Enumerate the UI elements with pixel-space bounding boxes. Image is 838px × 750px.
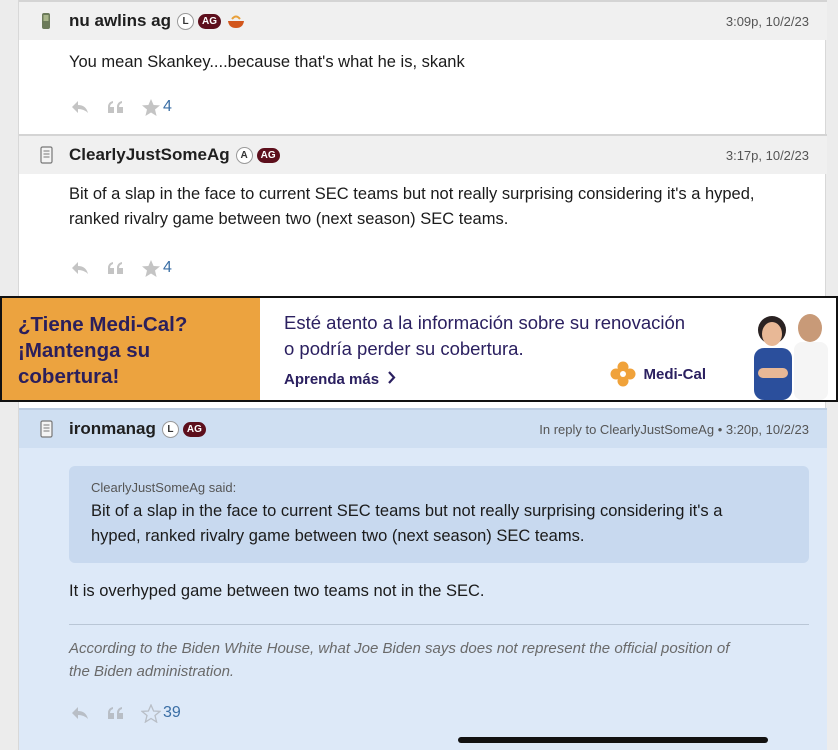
user-level-badge: L [161, 420, 179, 438]
star-icon [142, 98, 160, 116]
ag-badge: AG [256, 147, 280, 163]
post: nu awlins ag L AG 3:09p, 10/2/23 You mea… [19, 0, 827, 117]
reply-icon[interactable] [69, 258, 91, 278]
ad-headline-line: cobertura! [18, 365, 120, 388]
post-timestamp[interactable]: 3:17p, 10/2/23 [726, 148, 809, 163]
quote-icon[interactable] [105, 258, 127, 278]
quote-line: hyped, ranked rivalry game between two (… [91, 527, 585, 545]
username[interactable]: ClearlyJustSomeAg [69, 145, 230, 165]
star-count: 4 [163, 98, 172, 115]
post-actions: 4 [19, 258, 827, 278]
post-body-line: Bit of a slap in the face to current SEC… [69, 185, 755, 203]
ag-badge: AG [182, 421, 206, 437]
quote-author[interactable]: ClearlyJustSomeAg said: [91, 480, 787, 495]
star-count: 39 [163, 704, 181, 721]
post-body: It is overhyped game between two teams n… [69, 582, 485, 600]
signature: According to the Biden White House, what… [19, 625, 827, 683]
ag-badge: AG [198, 13, 222, 29]
star-icon [141, 703, 161, 723]
ad-brand: Medi-Cal [609, 360, 706, 388]
quote-text: Bit of a slap in the face to current SEC… [91, 499, 787, 549]
quote-icon[interactable] [105, 97, 127, 117]
post-actions: 4 [19, 97, 827, 117]
username[interactable]: ironmanag [69, 419, 156, 439]
ad-content: Esté atento a la información sobre su re… [260, 298, 836, 400]
post-body-line: ranked rivalry game between two (next se… [69, 210, 509, 228]
post: ClearlyJustSomeAg A AG 3:17p, 10/2/23 Bi… [19, 134, 827, 278]
post-header: nu awlins ag L AG 3:09p, 10/2/23 [19, 0, 827, 40]
post-header: ironmanag L AG In reply to ClearlyJustSo… [19, 408, 827, 448]
post-header: ClearlyJustSomeAg A AG 3:17p, 10/2/23 [19, 134, 827, 174]
quote-line: Bit of a slap in the face to current SEC… [91, 502, 723, 520]
user-level-badge: A [235, 146, 253, 164]
ad-banner[interactable]: ¿Tiene Medi-Cal? ¡Mantenga su cobertura!… [0, 296, 838, 402]
ad-brand-name: Medi-Cal [643, 365, 706, 383]
reply-post: ironmanag L AG In reply to ClearlyJustSo… [19, 408, 827, 750]
phone-icon [39, 12, 53, 30]
star-count: 4 [163, 259, 172, 276]
star-rating[interactable]: 39 [141, 703, 181, 723]
post-actions: 39 [19, 703, 827, 723]
star-rating[interactable]: 4 [141, 259, 172, 278]
username[interactable]: nu awlins ag [69, 11, 171, 31]
user-level-badge: L [177, 12, 195, 30]
ad-headline-line: ¡Mantenga su [18, 339, 151, 362]
signature-line: According to the Biden White House, what… [69, 640, 730, 657]
tablet-icon [39, 420, 53, 438]
reply-icon[interactable] [69, 97, 91, 117]
medi-cal-logo-icon [609, 360, 637, 388]
star-icon [142, 259, 160, 277]
ad-link-label: Aprenda más [284, 371, 380, 388]
reply-meta[interactable]: In reply to ClearlyJustSomeAg • 3:20p, 1… [539, 422, 809, 437]
ad-learn-more-link[interactable]: Aprenda más [284, 371, 396, 388]
ad-headline: ¿Tiene Medi-Cal? ¡Mantenga su cobertura! [2, 298, 260, 400]
signature-line: the Biden administration. [69, 663, 235, 680]
post-body: You mean Skankey....because that's what … [69, 53, 465, 71]
quote-block: ClearlyJustSomeAg said: Bit of a slap in… [69, 466, 809, 563]
reply-icon[interactable] [69, 703, 91, 723]
ad-headline-line: ¿Tiene Medi-Cal? [18, 313, 188, 336]
chevron-right-icon [387, 371, 396, 388]
post-body: Bit of a slap in the face to current SEC… [19, 174, 827, 232]
tablet-icon [39, 146, 53, 164]
home-indicator [458, 737, 768, 743]
quote-icon[interactable] [105, 703, 127, 723]
bowl-icon [226, 13, 246, 29]
star-rating[interactable]: 4 [141, 98, 172, 117]
post-timestamp[interactable]: 3:09p, 10/2/23 [726, 14, 809, 29]
ad-people-photo [736, 298, 836, 400]
